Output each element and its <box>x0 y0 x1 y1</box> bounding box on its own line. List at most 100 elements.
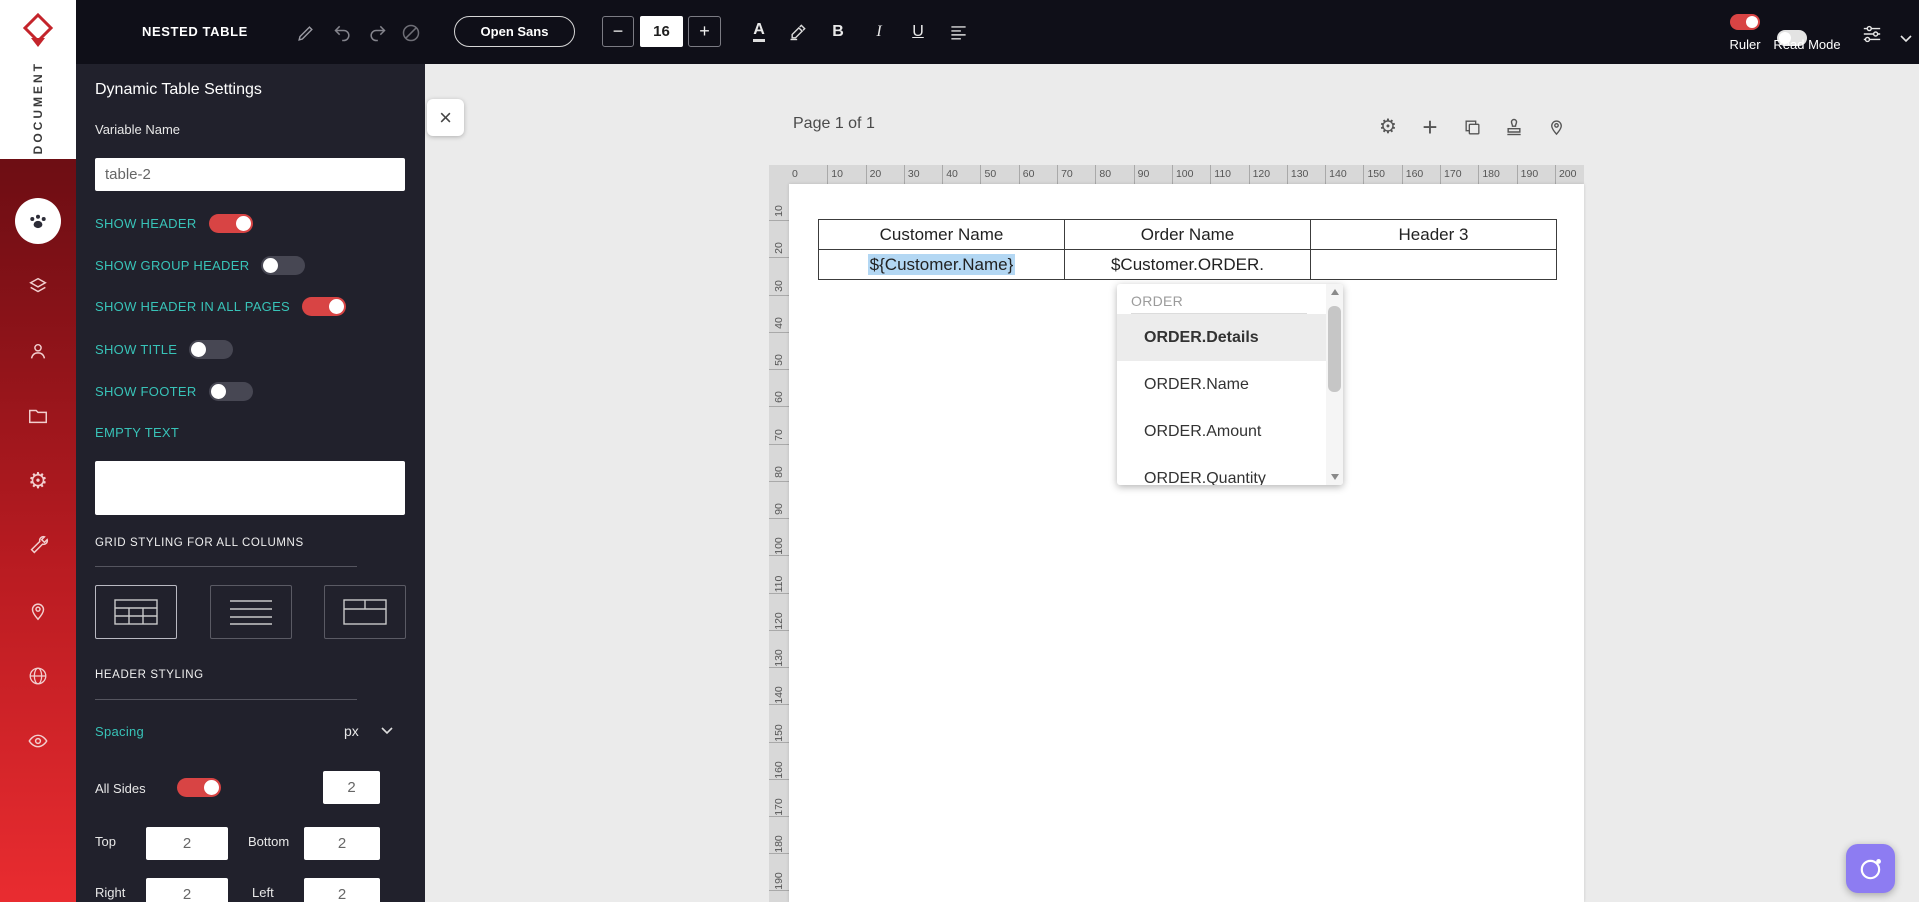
chevron-down-icon[interactable] <box>1893 26 1919 52</box>
empty-text-label: EMPTY TEXT <box>95 425 180 440</box>
table-header-cell[interactable]: Customer Name <box>818 219 1065 250</box>
ruler-mark-vertical: 170 <box>769 780 789 817</box>
edit-icon[interactable] <box>292 20 318 46</box>
ruler-mark-vertical: 180 <box>769 817 789 855</box>
undo-icon[interactable] <box>330 20 356 46</box>
grid-style-header-button[interactable] <box>324 585 406 639</box>
ruler-mark-vertical: 90 <box>769 482 789 520</box>
table-cell-order-name[interactable]: $Customer.ORDER. <box>1064 249 1311 280</box>
ruler-corner <box>769 165 789 184</box>
dropdown-item-order-details[interactable]: ORDER.Details <box>1117 314 1326 361</box>
header-styling-divider <box>95 699 357 700</box>
grid-style-rows-button[interactable] <box>210 585 292 639</box>
close-panel-button[interactable]: × <box>427 99 464 136</box>
show-footer-toggle[interactable] <box>208 382 253 401</box>
sidebar-item-support[interactable] <box>0 318 76 383</box>
show-title-row: SHOW TITLE <box>95 340 234 359</box>
dropdown-group-label: ORDER <box>1131 293 1184 309</box>
spacing-top-input[interactable] <box>146 827 228 860</box>
sidebar-item-preview[interactable] <box>0 708 76 773</box>
folder-icon <box>27 405 49 427</box>
show-header-label: SHOW HEADER <box>95 216 197 231</box>
sidebar-item-layers[interactable] <box>0 253 76 318</box>
font-size-decrease-button[interactable]: − <box>602 16 634 47</box>
sidebar-item-tools[interactable] <box>0 513 76 578</box>
ruler-mark-vertical: 150 <box>769 705 789 743</box>
spacing-left-input[interactable] <box>304 878 380 902</box>
location-pin-icon <box>27 600 49 622</box>
all-sides-input[interactable] <box>323 771 380 804</box>
ruler-mark-horizontal: 140 <box>1325 165 1363 184</box>
assistant-button[interactable] <box>1846 844 1895 893</box>
sidebar-item-files[interactable] <box>0 383 76 448</box>
sidebar-item-location[interactable] <box>0 578 76 643</box>
canvas-toolbar: ⚙ + <box>1378 112 1566 142</box>
paw-icon <box>15 197 61 244</box>
show-group-header-toggle[interactable] <box>261 256 306 275</box>
show-group-header-label: SHOW GROUP HEADER <box>95 258 250 273</box>
ruler-mark-horizontal: 90 <box>1133 165 1172 184</box>
ruler-mark-horizontal: 150 <box>1363 165 1401 184</box>
scrollbar-thumb[interactable] <box>1328 306 1341 392</box>
sidebar-item-settings[interactable]: ⚙ <box>0 448 76 513</box>
redo-icon[interactable] <box>364 20 390 46</box>
show-title-toggle[interactable] <box>189 340 234 359</box>
grid-rows-icon <box>230 600 272 625</box>
font-size-value[interactable]: 16 <box>640 16 683 47</box>
spacing-unit-select[interactable]: px <box>344 723 393 739</box>
ruler-mark-vertical: 70 <box>769 407 789 445</box>
table-cell-header3[interactable] <box>1310 249 1557 280</box>
font-size-increase-button[interactable]: + <box>688 16 721 47</box>
variable-name-input[interactable] <box>95 158 405 191</box>
eye-icon <box>27 730 49 752</box>
duplicate-page-icon[interactable] <box>1462 116 1482 138</box>
ruler-mark-vertical: 50 <box>769 333 789 371</box>
dropdown-scrollbar[interactable] <box>1326 284 1343 485</box>
ruler-mark-vertical: 130 <box>769 631 789 669</box>
app-logo <box>22 13 54 47</box>
alignment-button[interactable] <box>945 18 971 46</box>
ruler-mark-horizontal: 0 <box>792 168 798 180</box>
sidebar-item-globe[interactable] <box>0 643 76 708</box>
table-cell-customer-name[interactable]: ${Customer.Name} <box>818 249 1065 280</box>
spacing-bottom-input[interactable] <box>304 827 380 860</box>
sidebar-item-signature[interactable] <box>0 188 76 253</box>
show-header-toggle[interactable] <box>208 214 253 233</box>
underline-button[interactable]: U <box>905 18 931 46</box>
spacing-right-input[interactable] <box>146 878 228 902</box>
scroll-up-icon[interactable] <box>1326 284 1343 300</box>
assistant-icon <box>1860 858 1881 879</box>
stamp-icon[interactable] <box>1504 116 1524 138</box>
ruler-mark-vertical: 110 <box>769 556 789 594</box>
italic-button[interactable]: I <box>866 18 892 46</box>
dropdown-item-order-name[interactable]: ORDER.Name <box>1117 361 1326 408</box>
ruler-mark-vertical: 80 <box>769 445 789 482</box>
ruler-mark-horizontal: 170 <box>1440 165 1478 184</box>
dropdown-item-order-quantity[interactable]: ORDER.Quantity <box>1117 455 1326 486</box>
ruler-mark-vertical: 10 <box>769 184 789 222</box>
ruler-mark-vertical: 100 <box>769 519 789 557</box>
table-header-cell[interactable]: Header 3 <box>1310 219 1557 250</box>
selected-variable-text: ${Customer.Name} <box>867 253 1016 275</box>
table-header-cell[interactable]: Order Name <box>1064 219 1311 250</box>
scroll-down-icon[interactable] <box>1326 469 1343 485</box>
empty-text-input[interactable] <box>95 461 405 515</box>
ruler-toggle[interactable] <box>1730 14 1760 30</box>
bold-button[interactable]: B <box>825 18 851 46</box>
add-page-icon[interactable]: + <box>1420 112 1440 142</box>
highlight-button[interactable] <box>785 18 811 46</box>
dynamic-table-settings-panel: Dynamic Table Settings Variable Name SHO… <box>76 64 425 902</box>
dropdown-item-order-amount[interactable]: ORDER.Amount <box>1117 408 1326 455</box>
font-family-select[interactable]: Open Sans <box>454 16 575 47</box>
all-sides-toggle[interactable] <box>177 778 221 797</box>
font-color-button[interactable]: A <box>746 18 772 46</box>
show-header-all-pages-toggle[interactable] <box>302 297 347 316</box>
clear-format-icon[interactable] <box>398 20 424 46</box>
header-styling-label: HEADER STYLING <box>95 669 204 681</box>
map-pin-icon[interactable] <box>1546 116 1566 138</box>
spacing-bottom-label: Bottom <box>248 834 290 849</box>
wrench-icon <box>27 535 49 557</box>
settings-sliders-icon[interactable] <box>1859 21 1885 47</box>
page-settings-gear-icon[interactable]: ⚙ <box>1378 116 1398 138</box>
grid-style-full-button[interactable] <box>95 585 177 639</box>
